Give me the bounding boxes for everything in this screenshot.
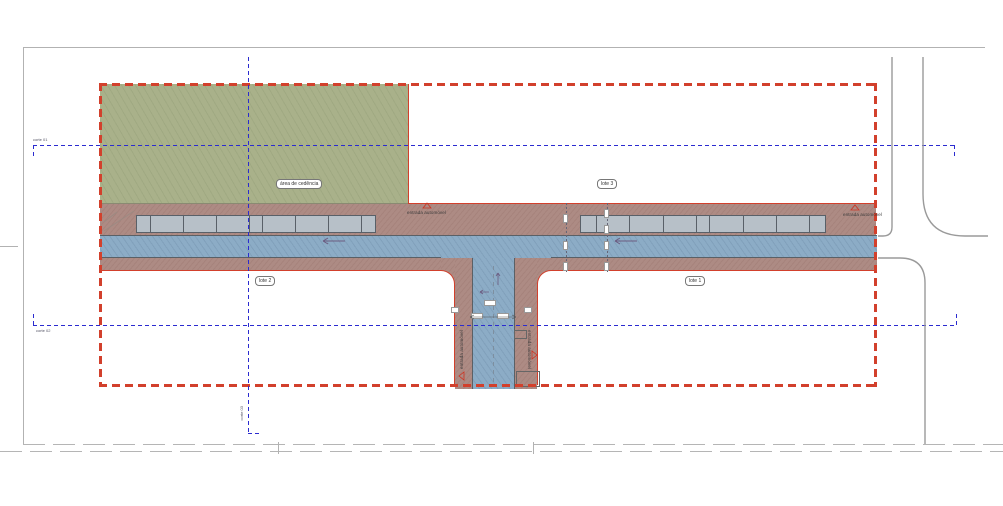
existing-street-south-edge bbox=[878, 258, 925, 444]
entrance-marker-icon bbox=[532, 351, 537, 359]
label-lote-3: lote 3 bbox=[597, 179, 617, 189]
label-entrada-automovel-right: entrada automóvel bbox=[843, 212, 882, 218]
traffic-direction-arrow-icon bbox=[615, 238, 637, 244]
label-corte-03: corte 03 bbox=[239, 406, 244, 420]
label-corte-01: corte 01 bbox=[33, 137, 47, 142]
traffic-direction-arrow-icon bbox=[323, 238, 345, 244]
label-corte-02: corte 02 bbox=[36, 328, 50, 333]
label-entrada-automovel-top: entrada automóvel bbox=[407, 210, 446, 216]
traffic-direction-arrow-icon bbox=[496, 273, 500, 285]
site-plan-canvas: área de cedência lote 3 lote 2 lote 1 en… bbox=[0, 0, 1003, 506]
label-lote-2: lote 2 bbox=[255, 276, 275, 286]
entrance-marker-icon bbox=[459, 372, 464, 380]
entrance-marker-icon bbox=[423, 203, 431, 208]
existing-street-west-edge bbox=[878, 57, 892, 236]
linework-overlay bbox=[0, 0, 1003, 506]
entrance-marker-icon bbox=[851, 205, 859, 210]
traffic-direction-arrow-icon bbox=[480, 290, 489, 294]
label-entrada-automovel-west: entrada automóvel bbox=[459, 330, 465, 369]
driveway-slope-mark bbox=[104, 211, 134, 231]
label-entrada-automovel-east: entrada automóvel bbox=[526, 330, 532, 369]
label-area-cedencia: área de cedência bbox=[276, 179, 322, 189]
label-lote-1: lote 1 bbox=[685, 276, 705, 286]
dimension-extent-line bbox=[470, 315, 516, 319]
existing-street-east-edge bbox=[923, 57, 988, 236]
